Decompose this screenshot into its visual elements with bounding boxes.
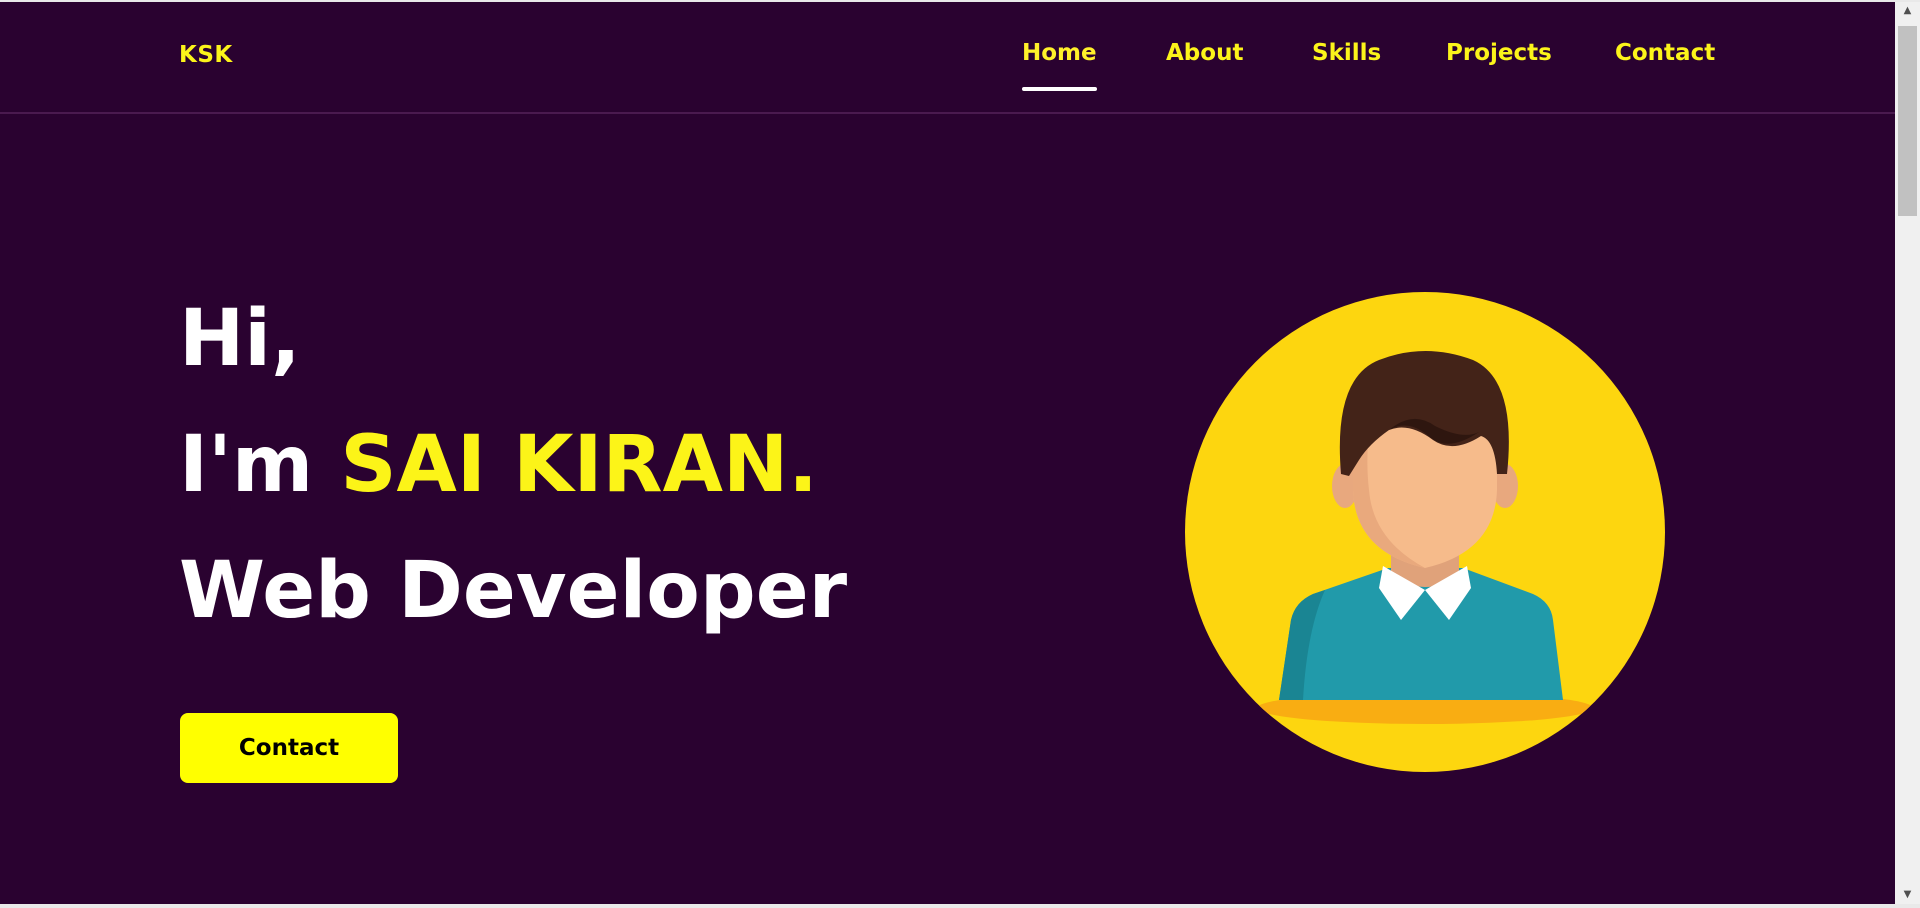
nav-projects[interactable]: Projects xyxy=(1446,40,1552,66)
nav-skills[interactable]: Skills xyxy=(1312,40,1381,66)
nav-home[interactable]: Home xyxy=(1022,40,1097,91)
hero-intro-prefix: I'm xyxy=(179,420,314,510)
nav-contact[interactable]: Contact xyxy=(1615,40,1715,66)
avatar-illustration xyxy=(1183,290,1667,774)
site-header: KSK Home About Skills Projects Contact xyxy=(0,2,1895,114)
nav-projects-label: Projects xyxy=(1446,40,1552,66)
nav-about-label: About xyxy=(1166,40,1244,66)
scroll-down-icon[interactable]: ▼ xyxy=(1895,886,1920,904)
browser-viewport: KSK Home About Skills Projects Contact H… xyxy=(0,0,1920,908)
hero-role: Web Developer xyxy=(179,546,848,636)
portfolio-page: KSK Home About Skills Projects Contact H… xyxy=(0,2,1895,904)
scroll-up-icon[interactable]: ▲ xyxy=(1895,2,1920,20)
scrollbar-thumb[interactable] xyxy=(1898,26,1917,216)
hero-name: SAI KIRAN. xyxy=(340,420,818,510)
vertical-scrollbar[interactable]: ▲ ▼ xyxy=(1895,2,1920,904)
active-nav-underline xyxy=(1022,87,1097,91)
hero-greeting: Hi, xyxy=(179,294,301,384)
nav-skills-label: Skills xyxy=(1312,40,1382,66)
nav-about[interactable]: About xyxy=(1166,40,1243,66)
avatar-icon xyxy=(1185,292,1665,772)
nav-contact-label: Contact xyxy=(1615,40,1716,66)
hero-intro: I'm SAI KIRAN. xyxy=(179,426,818,504)
nav-home-label: Home xyxy=(1022,40,1097,66)
site-logo[interactable]: KSK xyxy=(179,42,233,68)
contact-button[interactable]: Contact xyxy=(180,713,398,783)
